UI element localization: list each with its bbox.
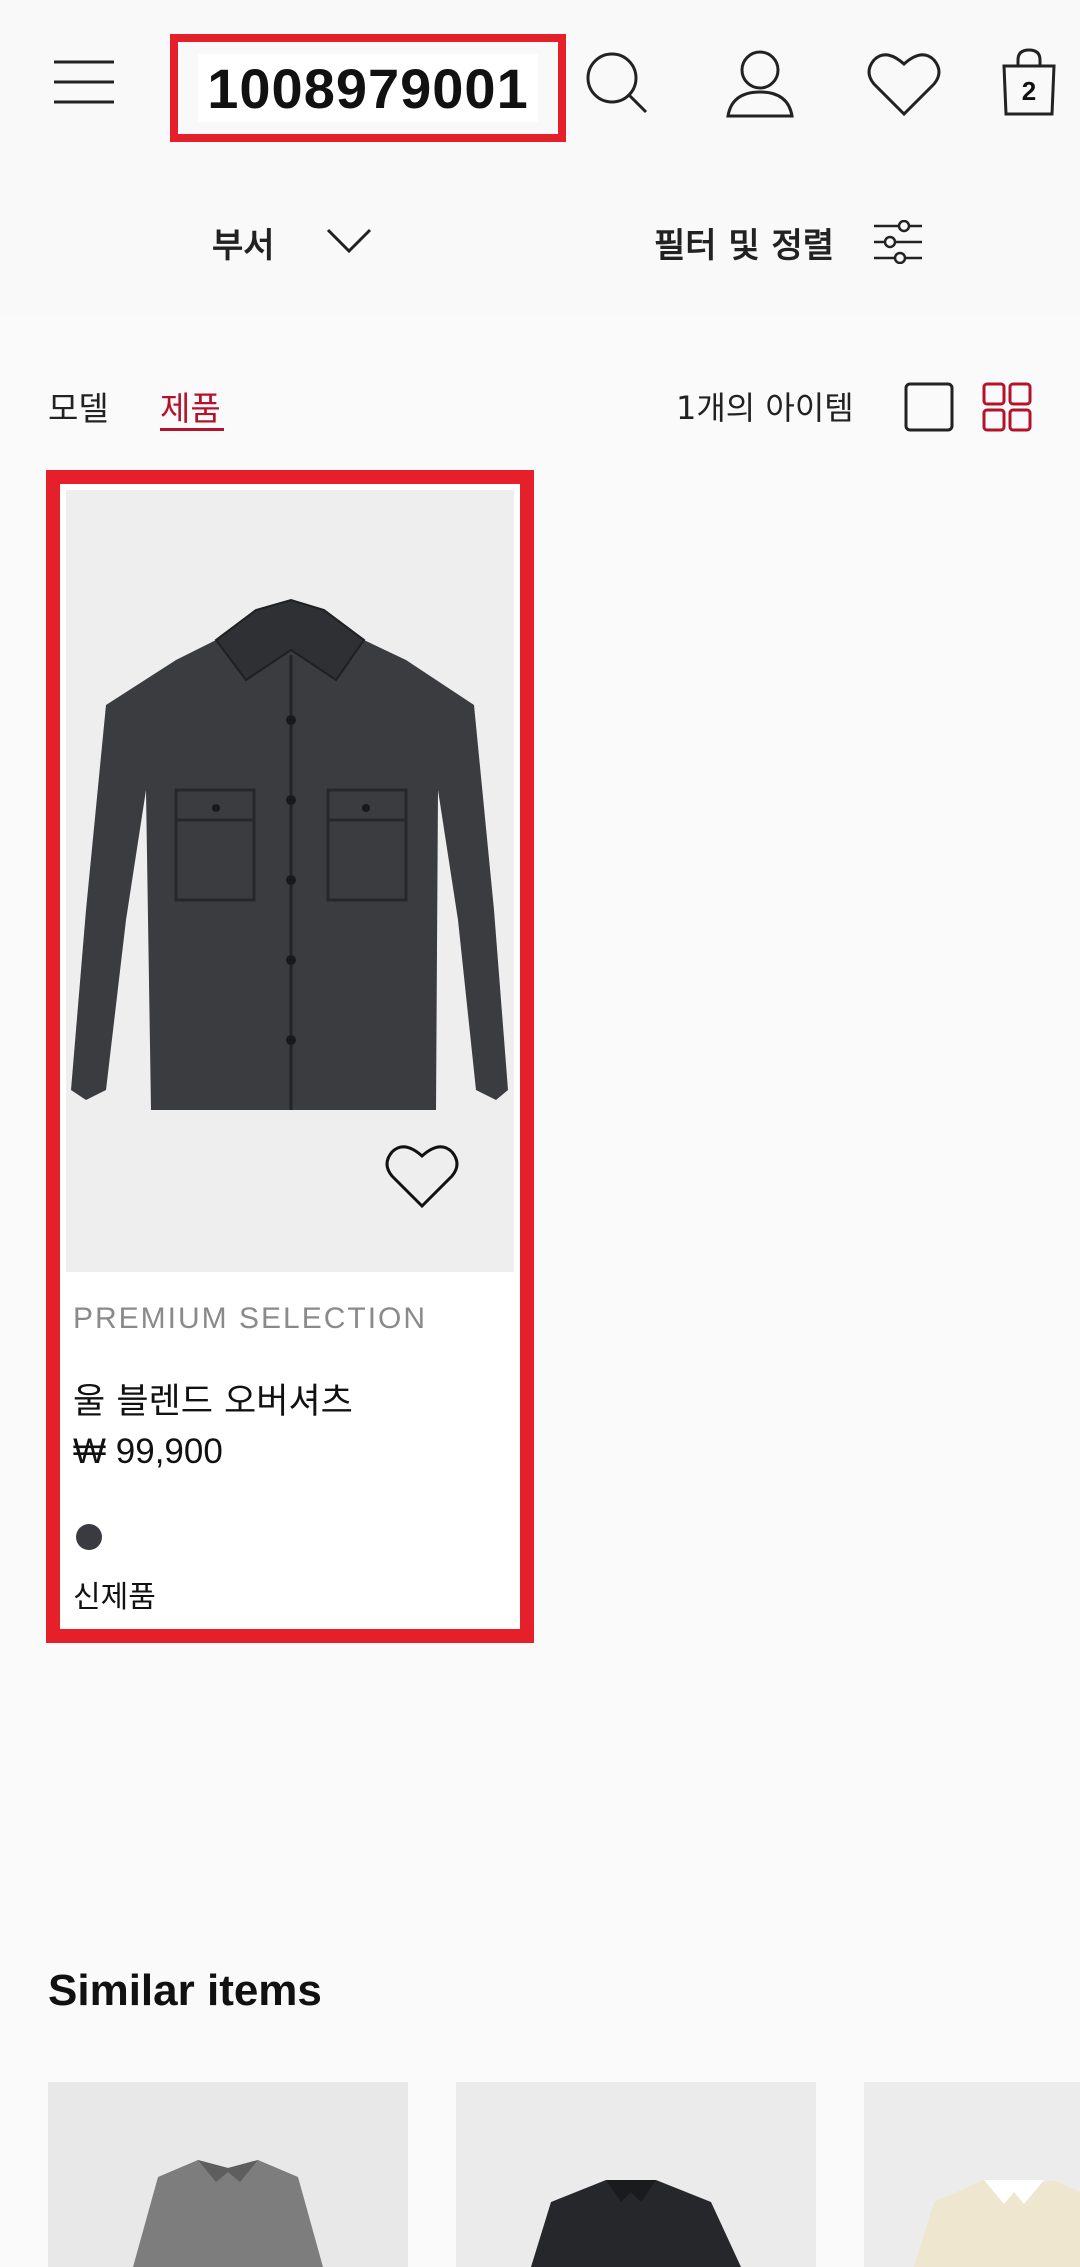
single-view-icon[interactable] xyxy=(904,382,954,436)
active-tab-underline xyxy=(160,428,224,431)
similar-items-title: Similar items xyxy=(48,1966,322,2015)
chevron-down-icon[interactable] xyxy=(326,228,372,258)
results-count: 1개의 아이템 xyxy=(676,389,854,427)
grid-view-icon[interactable] xyxy=(982,382,1032,436)
tab-model-label: 모델 xyxy=(48,389,109,428)
tab-product-label: 제품 xyxy=(160,389,221,428)
bag-count: 2 xyxy=(1021,76,1037,106)
bag-icon[interactable]: 2 xyxy=(1000,48,1058,122)
menu-icon[interactable] xyxy=(52,58,116,106)
search-input[interactable]: 1008979001 xyxy=(198,54,538,122)
similar-item-card[interactable] xyxy=(48,2082,408,2267)
filter-label: 필터 및 정렬 xyxy=(654,226,835,266)
tab-model[interactable]: 모델 xyxy=(48,382,109,430)
favorites-icon[interactable] xyxy=(866,48,942,122)
department-label: 부서 xyxy=(212,226,275,266)
filter-sliders-icon[interactable] xyxy=(874,219,922,268)
product-price: ₩ 99,900 xyxy=(73,1432,223,1471)
product-brand-line: PREMIUM SELECTION xyxy=(73,1302,428,1335)
product-name[interactable]: 울 블렌드 오버셔츠 xyxy=(73,1373,353,1424)
new-badge: 신제품 xyxy=(73,1580,156,1615)
similar-item-card[interactable] xyxy=(456,2082,816,2267)
filter-sort-button[interactable]: 필터 및 정렬 xyxy=(654,218,834,267)
similar-item-card[interactable] xyxy=(864,2082,1080,2267)
tab-product[interactable]: 제품 xyxy=(160,382,221,430)
color-swatch[interactable] xyxy=(76,1524,102,1550)
department-dropdown[interactable]: 부서 xyxy=(212,218,275,267)
add-to-favorites-icon[interactable] xyxy=(384,1140,460,1214)
search-icon[interactable] xyxy=(584,50,650,120)
search-field[interactable]: 1008979001 xyxy=(170,34,566,142)
account-icon[interactable] xyxy=(724,48,796,124)
